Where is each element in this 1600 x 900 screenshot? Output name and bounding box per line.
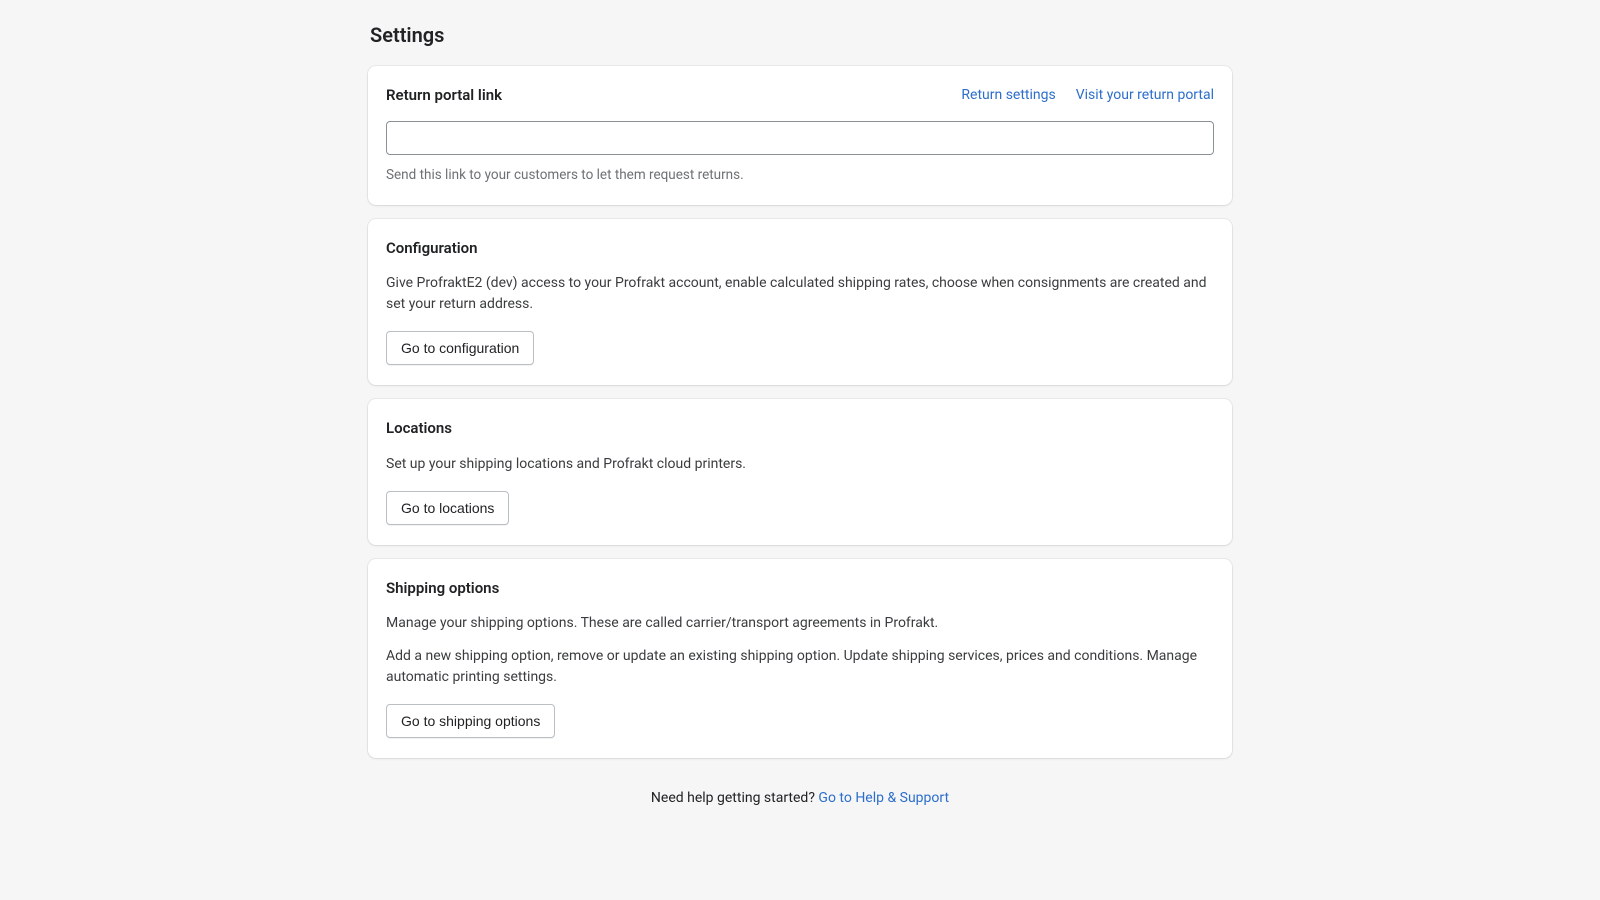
configuration-card: Configuration Give ProfraktE2 (dev) acce… (368, 219, 1232, 386)
return-settings-link[interactable]: Return settings (961, 85, 1055, 106)
return-portal-header: Return portal link Return settings Visit… (386, 84, 1214, 107)
shipping-options-description-1: Manage your shipping options. These are … (386, 613, 1214, 634)
shipping-options-title: Shipping options (386, 577, 499, 600)
configuration-title: Configuration (386, 237, 478, 260)
visit-return-portal-link[interactable]: Visit your return portal (1076, 85, 1214, 106)
return-portal-help-text: Send this link to your customers to let … (386, 165, 1214, 185)
settings-page: Settings Return portal link Return setti… (368, 0, 1232, 849)
configuration-description: Give ProfraktE2 (dev) access to your Pro… (386, 273, 1214, 315)
return-portal-card: Return portal link Return settings Visit… (368, 66, 1232, 205)
shipping-options-card: Shipping options Manage your shipping op… (368, 559, 1232, 759)
go-to-locations-button[interactable]: Go to locations (386, 491, 509, 525)
locations-title: Locations (386, 417, 452, 440)
configuration-body: Give ProfraktE2 (dev) access to your Pro… (386, 273, 1214, 315)
return-portal-links: Return settings Visit your return portal (961, 85, 1214, 106)
shipping-options-header: Shipping options (386, 577, 1214, 600)
locations-card: Locations Set up your shipping locations… (368, 399, 1232, 545)
return-portal-title: Return portal link (386, 84, 502, 107)
help-support-link[interactable]: Go to Help & Support (818, 790, 949, 806)
shipping-options-body: Manage your shipping options. These are … (386, 613, 1214, 688)
locations-header: Locations (386, 417, 1214, 440)
locations-body: Set up your shipping locations and Profr… (386, 454, 1214, 475)
page-title: Settings (368, 20, 1232, 50)
footer-help-text: Need help getting started? (651, 790, 819, 806)
locations-description: Set up your shipping locations and Profr… (386, 454, 1214, 475)
go-to-configuration-button[interactable]: Go to configuration (386, 331, 534, 365)
configuration-header: Configuration (386, 237, 1214, 260)
go-to-shipping-options-button[interactable]: Go to shipping options (386, 704, 555, 738)
footer-help: Need help getting started? Go to Help & … (368, 788, 1232, 809)
shipping-options-description-2: Add a new shipping option, remove or upd… (386, 646, 1214, 688)
return-portal-url-input[interactable] (386, 121, 1214, 155)
